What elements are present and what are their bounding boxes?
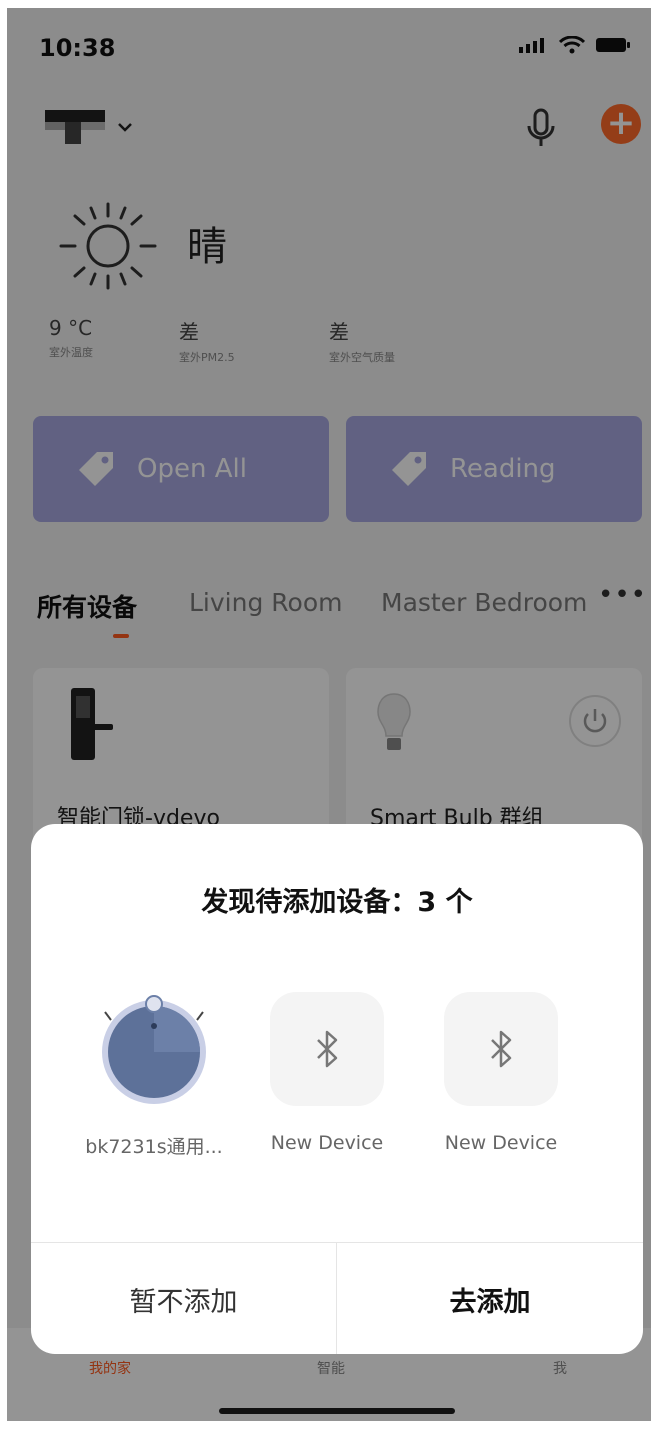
discovered-device-bluetooth-1[interactable]: New Device bbox=[252, 992, 402, 1154]
discovered-device-label: New Device bbox=[270, 1132, 384, 1154]
discovered-device-robot[interactable]: bk7231s通用... bbox=[79, 992, 229, 1159]
bluetooth-icon bbox=[270, 992, 384, 1106]
not-now-button[interactable]: 暂不添加 bbox=[31, 1243, 337, 1354]
home-indicator bbox=[219, 1408, 455, 1414]
discovered-device-label: bk7231s通用... bbox=[85, 1136, 223, 1158]
bluetooth-icon bbox=[444, 992, 558, 1106]
discovered-devices-dialog: 发现待添加设备：3 个 bk7231s通用... New Device New … bbox=[31, 824, 643, 1354]
dialog-actions: 暂不添加 去添加 bbox=[31, 1242, 643, 1354]
discovered-device-label: New Device bbox=[444, 1132, 558, 1154]
dialog-title: 发现待添加设备：3 个 bbox=[201, 887, 473, 918]
app-screen: 10:38 + 晴 9 °C 室外温度 差 室外PM2.5 差 室外空气质量 O… bbox=[7, 8, 651, 1421]
discovered-device-bluetooth-2[interactable]: New Device bbox=[426, 992, 576, 1154]
go-add-button[interactable]: 去添加 bbox=[337, 1243, 643, 1354]
robot-vacuum-icon bbox=[97, 992, 211, 1106]
